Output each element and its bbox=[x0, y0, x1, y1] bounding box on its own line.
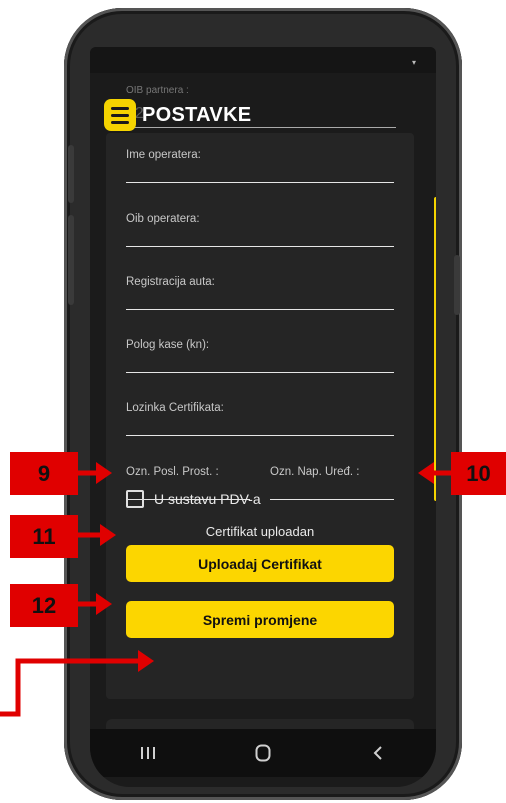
field-label: Ime operatera: bbox=[126, 149, 201, 161]
recent-apps-icon[interactable] bbox=[128, 733, 168, 773]
field-underline bbox=[126, 182, 394, 183]
operator-oib-field[interactable]: Oib operatera: bbox=[126, 213, 394, 247]
operator-name-field[interactable]: Ime operatera: bbox=[126, 149, 394, 183]
scrollbar[interactable] bbox=[434, 197, 436, 501]
annotation-badge-12: 12 bbox=[10, 584, 78, 627]
field-label: Ozn. Nap. Uređ. : bbox=[270, 466, 360, 478]
hamburger-menu-icon[interactable] bbox=[104, 99, 136, 131]
field-underline bbox=[126, 372, 394, 373]
upload-certificate-button[interactable]: Uploadaj Certifikat bbox=[126, 545, 394, 582]
field-underline bbox=[126, 246, 394, 247]
page-title: POSTAVKE bbox=[142, 103, 252, 126]
field-underline bbox=[270, 499, 394, 500]
annotation-badge-10: 10 bbox=[451, 452, 506, 495]
field-label: Oib operatera: bbox=[126, 213, 200, 225]
status-icon: ▾ bbox=[411, 58, 416, 67]
save-changes-button[interactable]: Spremi promjene bbox=[126, 601, 394, 638]
field-label: Registracija auta: bbox=[126, 276, 215, 288]
power-button bbox=[68, 145, 74, 203]
settings-card: Ime operatera: Oib operatera: Registraci… bbox=[106, 133, 414, 699]
status-bar: ▾ bbox=[90, 47, 436, 73]
annotation-badge-9: 9 bbox=[10, 452, 78, 495]
app-header: POSTAVKE bbox=[104, 97, 424, 133]
pdv-checkbox[interactable] bbox=[126, 490, 144, 508]
cash-deposit-field[interactable]: Polog kase (kn): bbox=[126, 339, 394, 373]
volume-button bbox=[68, 215, 74, 305]
field-label: Ozn. Posl. Prost. : bbox=[126, 466, 219, 478]
field-label: Polog kase (kn): bbox=[126, 339, 210, 351]
certificate-status-text: Certifikat uploadan bbox=[205, 524, 315, 539]
pdv-checkbox-row[interactable]: U sustavu PDV-a bbox=[126, 490, 261, 508]
field-underline bbox=[126, 309, 394, 310]
field-label: Lozinka Certifikata: bbox=[126, 402, 224, 414]
android-nav-bar bbox=[90, 729, 436, 777]
annotation-badge-11: 11 bbox=[10, 515, 78, 558]
pdv-checkbox-label: U sustavu PDV-a bbox=[154, 491, 261, 507]
field-underline bbox=[126, 435, 394, 436]
screen: ▾ OIB partnera : 52 POSTAVKE Ime operate… bbox=[90, 47, 436, 787]
back-icon[interactable] bbox=[358, 733, 398, 773]
home-icon[interactable] bbox=[243, 733, 283, 773]
scrolled-field-label: OIB partnera : bbox=[126, 85, 189, 96]
car-registration-field[interactable]: Registracija auta: bbox=[126, 276, 394, 310]
certificate-password-field[interactable]: Lozinka Certifikata: bbox=[126, 402, 394, 436]
side-button-right bbox=[454, 255, 460, 315]
payment-device-field[interactable]: Ozn. Nap. Uređ. : bbox=[270, 466, 394, 500]
